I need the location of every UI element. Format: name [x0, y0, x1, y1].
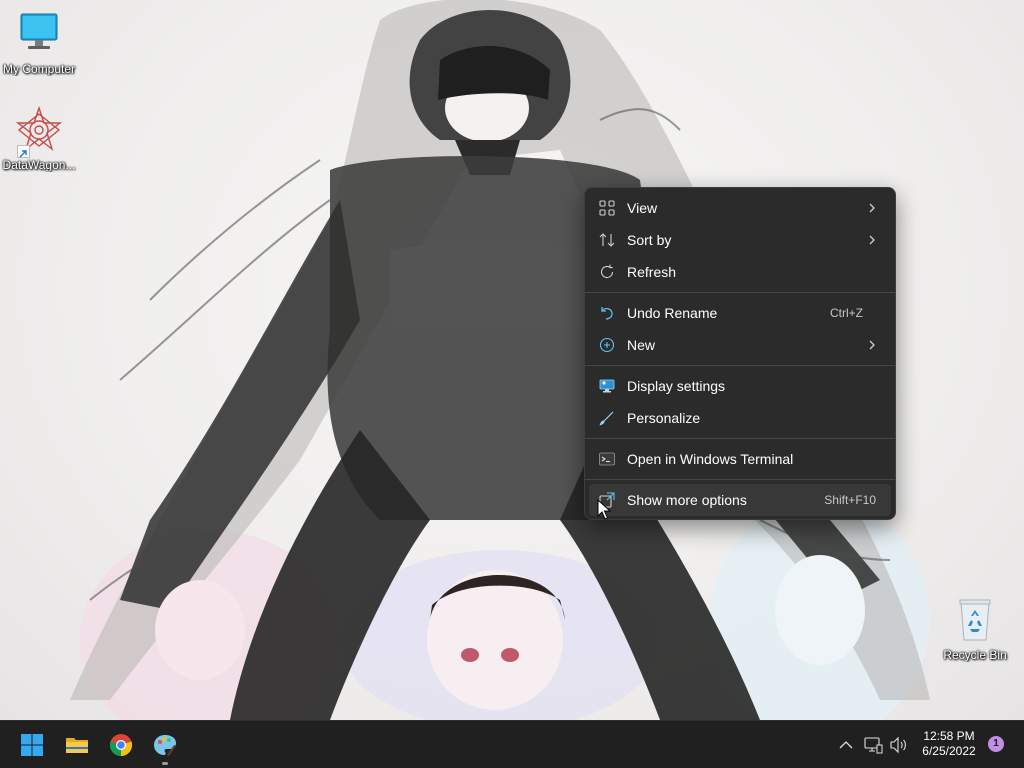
notification-badge[interactable]: 1: [988, 736, 1004, 752]
menu-item-sort-by[interactable]: Sort by: [589, 224, 891, 256]
menu-item-show-more-options[interactable]: Show more options Shift+F10: [589, 484, 891, 516]
menu-separator: [585, 438, 895, 439]
volume-button[interactable]: [888, 735, 908, 755]
chevron-right-icon: [867, 232, 877, 248]
network-icon: [864, 737, 883, 754]
menu-item-shortcut: Shift+F10: [824, 493, 876, 507]
menu-item-new[interactable]: New: [589, 329, 891, 361]
menu-item-refresh[interactable]: Refresh: [589, 256, 891, 288]
chrome-icon: [109, 734, 133, 757]
desktop-icon-my-computer[interactable]: My Computer: [0, 10, 78, 76]
desktop-icon-recycle-bin[interactable]: Recycle Bin: [936, 596, 1014, 662]
terminal-icon: [599, 451, 615, 467]
chevron-up-icon: [839, 741, 853, 749]
menu-item-view[interactable]: View: [589, 192, 891, 224]
taskbar: 12:58 PM 6/25/2022: [0, 720, 1024, 768]
menu-item-shortcut: Ctrl+Z: [830, 306, 863, 320]
menu-separator: [585, 365, 895, 366]
folder-icon: [66, 738, 88, 753]
menu-item-personalize[interactable]: Personalize: [589, 402, 891, 434]
menu-item-label: Undo Rename: [627, 305, 718, 321]
menu-item-label: Refresh: [627, 264, 677, 280]
show-hidden-icons-button[interactable]: [836, 735, 856, 755]
network-button[interactable]: [863, 735, 883, 755]
running-indicator: [162, 762, 168, 765]
taskbar-paint[interactable]: [145, 725, 185, 765]
mouse-cursor-icon: [597, 498, 612, 521]
display-icon: [599, 378, 615, 394]
menu-item-label: Sort by: [627, 232, 672, 248]
desktop-icon-label: Recycle Bin: [943, 648, 1007, 662]
sort-icon: [599, 232, 615, 248]
menu-separator: [585, 292, 895, 293]
monitor-icon: [15, 10, 63, 58]
windows-start-icon: [21, 734, 43, 756]
start-button[interactable]: [12, 725, 52, 765]
speaker-icon: [890, 736, 906, 754]
menu-separator: [585, 479, 895, 480]
menu-item-label: Display settings: [627, 378, 726, 394]
taskbar-chrome[interactable]: [101, 725, 141, 765]
menu-item-label: View: [627, 200, 658, 216]
desktop-icon-datawagon[interactable]: DataWagon...: [0, 105, 78, 172]
recycle-bin-icon: [951, 596, 999, 644]
menu-item-label: New: [627, 337, 656, 353]
undo-icon: [599, 305, 615, 321]
datawagon-icon: [15, 105, 63, 158]
menu-item-open-terminal[interactable]: Open in Windows Terminal: [589, 443, 891, 475]
paint-icon: [154, 735, 176, 756]
shortcut-arrow-icon: [17, 145, 30, 158]
grid-icon: [599, 200, 615, 216]
chevron-right-icon: [867, 200, 877, 216]
desktop-icon-label: DataWagon...: [2, 158, 76, 172]
menu-item-display-settings[interactable]: Display settings: [589, 370, 891, 402]
refresh-icon: [599, 264, 615, 280]
menu-item-label: Personalize: [627, 410, 701, 426]
taskbar-file-explorer[interactable]: [57, 725, 97, 765]
add-circle-icon: [599, 337, 615, 353]
clock-date: 6/25/2022: [922, 744, 976, 758]
desktop-icon-label: My Computer: [2, 62, 76, 76]
menu-item-label: Open in Windows Terminal: [627, 451, 794, 467]
chevron-right-icon: [867, 337, 877, 353]
menu-item-undo-rename[interactable]: Undo Rename Ctrl+Z: [589, 297, 891, 329]
clock-time: 12:58 PM: [923, 729, 975, 743]
clock[interactable]: 12:58 PM 6/25/2022: [914, 729, 984, 759]
menu-item-label: Show more options: [627, 492, 747, 508]
desktop-context-menu: View Sort by Refresh Undo Rename Ctrl+Z …: [584, 187, 896, 520]
brush-icon: [599, 410, 615, 426]
